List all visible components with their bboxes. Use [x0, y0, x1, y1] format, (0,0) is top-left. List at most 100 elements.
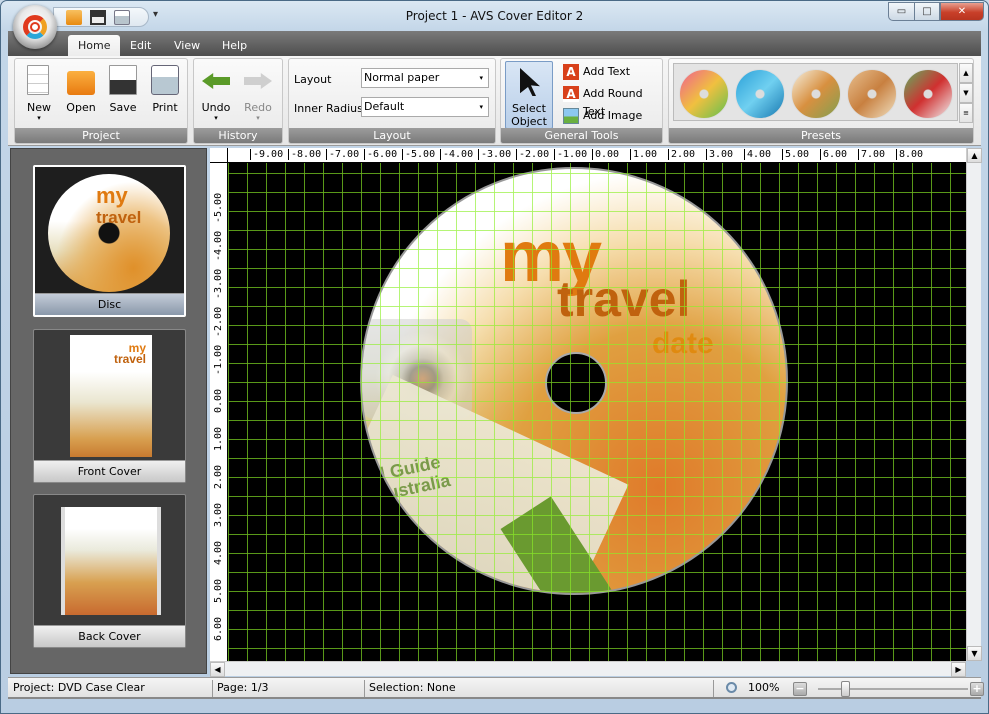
zoom-slider-thumb[interactable] [840, 681, 850, 697]
page-thumbnail-front-cover[interactable]: my travel Front Cover [33, 329, 186, 483]
quick-printer-icon[interactable] [114, 10, 130, 25]
maximize-button[interactable]: □ [914, 2, 940, 21]
zoom-in-button[interactable]: + [970, 682, 984, 696]
scroll-down-button[interactable]: ▼ [967, 646, 982, 661]
scroll-right-button[interactable]: ▶ [951, 662, 966, 677]
minimize-button[interactable]: ▭ [888, 2, 914, 21]
design-canvas[interactable]: -9.00 -8.00 -7.00 -6.00 -5.00 -4.00 -3.00 -2.00… [210, 148, 966, 661]
layout-select-value: Normal paper [364, 71, 440, 84]
window-controls: ▭ □ ✕ [888, 2, 984, 21]
inner-radius-label: Inner Radius [294, 102, 363, 115]
ruler-tick-label: -4.00 [213, 230, 224, 261]
select-object-line2: Object [511, 115, 547, 128]
magnifier-icon [726, 682, 737, 693]
ruler-corner [210, 148, 228, 163]
open-button[interactable]: Open [61, 63, 101, 125]
page-thumbnail-disc[interactable]: my travel Disc [33, 165, 186, 317]
text-a-icon: A [563, 64, 579, 80]
ruler-tick-label: 5.00 [213, 578, 224, 603]
save-label: Save [109, 101, 137, 114]
general-tools-group: Select Object A Add Text A Add Round Tex… [500, 58, 663, 144]
tab-view[interactable]: View [164, 35, 210, 56]
app-menu-button[interactable] [13, 5, 57, 49]
inner-radius-select[interactable]: Default ▾ [361, 97, 489, 117]
select-object-button[interactable]: Select Object [505, 61, 553, 129]
ruler-tick-label: 3.00 [213, 502, 224, 527]
layout-select[interactable]: Normal paper ▾ [361, 68, 489, 88]
zoom-out-button[interactable]: − [793, 682, 807, 696]
save-button[interactable]: Save [103, 63, 143, 125]
horizontal-scrollbar[interactable]: ◀ ▶ [210, 661, 966, 677]
title-text-travel[interactable]: travel [557, 274, 690, 324]
select-object-label: Select Object [506, 102, 552, 128]
print-button[interactable]: Print [145, 63, 185, 125]
quick-save-disk-icon[interactable] [90, 10, 106, 25]
undo-arrow-icon [202, 73, 230, 89]
ruler-tick-label: 6.00 [213, 616, 224, 641]
quick-open-folder-icon[interactable] [66, 10, 82, 25]
preset-thumbnail-christmas[interactable] [903, 69, 953, 119]
tab-help[interactable]: Help [212, 35, 257, 56]
close-button[interactable]: ✕ [940, 2, 984, 21]
ruler-tick-label: 2.00 [213, 464, 224, 489]
ruler-tick-label: 7.00 [858, 149, 885, 160]
ribbon: New ▾ Open Save Print Project Undo ▾ Red… [8, 56, 981, 146]
inner-radius-select-value: Default [364, 100, 405, 113]
scroll-left-button[interactable]: ◀ [210, 662, 225, 677]
presets-group-label: Presets [669, 128, 973, 143]
ruler-tick-label: -5.00 [213, 192, 224, 223]
vertical-scrollbar[interactable]: ▲ ▼ [966, 148, 982, 661]
page-label-front-cover: Front Cover [34, 460, 185, 482]
front-cover-preview-image: my travel [70, 335, 152, 457]
redo-arrow-icon [244, 73, 272, 89]
ruler-tick-label: 8.00 [896, 149, 923, 160]
undo-dropdown-arrow[interactable]: ▾ [196, 114, 236, 122]
presets-expand-button[interactable]: ≡ [959, 103, 973, 123]
redo-dropdown-arrow[interactable]: ▾ [238, 114, 278, 122]
presets-scroll-down-button[interactable]: ▼ [959, 83, 973, 103]
presets-gallery [673, 63, 958, 121]
ruler-tick-label: -5.00 [402, 149, 435, 160]
open-label: Open [66, 101, 96, 114]
scroll-up-button[interactable]: ▲ [967, 148, 982, 163]
chevron-down-icon: ▾ [479, 103, 483, 111]
new-button[interactable]: New ▾ [19, 63, 59, 125]
redo-button[interactable]: Redo ▾ [238, 63, 278, 125]
project-group: New ▾ Open Save Print Project [14, 58, 188, 144]
add-text-label: Add Text [583, 65, 631, 78]
preset-thumbnail-blue-waves[interactable] [735, 69, 785, 119]
preset-thumbnail-rainbow[interactable] [679, 69, 729, 119]
app-logo-center [30, 22, 40, 32]
add-image-button[interactable]: Add Image [563, 107, 642, 125]
save-disk-icon [109, 65, 137, 95]
preset-thumbnail-travel[interactable] [791, 69, 841, 119]
preset-thumbnail-autumn[interactable] [847, 69, 897, 119]
page-label-back-cover: Back Cover [34, 625, 185, 647]
ruler-tick-label: 5.00 [782, 149, 809, 160]
horizontal-ruler: -9.00 -8.00 -7.00 -6.00 -5.00 -4.00 -3.00 -2.00… [228, 148, 966, 163]
page-thumbnail-back-cover[interactable]: Back Cover [33, 494, 186, 648]
ruler-tick-label: -4.00 [440, 149, 473, 160]
app-window: Project 1 - AVS Cover Editor 2 ▭ □ ✕ ▾ H… [0, 0, 989, 714]
ruler-tick-label: -2.00 [516, 149, 549, 160]
tab-home[interactable]: Home [68, 35, 121, 56]
title-bar: Project 1 - AVS Cover Editor 2 ▭ □ ✕ [1, 1, 988, 31]
disc-label-design[interactable]: el Guide Australia my travel date [360, 167, 788, 595]
tab-edit[interactable]: Edit [120, 35, 161, 56]
title-text-date[interactable]: date [652, 329, 714, 359]
image-landscape-icon [563, 108, 579, 124]
ruler-tick-label: 1.00 [213, 426, 224, 451]
add-text-button[interactable]: A Add Text [563, 63, 630, 81]
ruler-tick-label: 1.00 [630, 149, 657, 160]
status-selection: Selection: None [369, 681, 456, 694]
undo-button[interactable]: Undo ▾ [196, 63, 236, 125]
customize-quick-access-button[interactable]: ▾ [153, 9, 158, 20]
ruler-tick-label: -1.00 [213, 344, 224, 375]
zoom-level: 100% [748, 681, 780, 694]
add-round-text-button[interactable]: A Add Round Text [563, 85, 662, 118]
status-divider [713, 680, 714, 697]
new-dropdown-arrow[interactable]: ▾ [19, 114, 59, 122]
ruler-tick-label: 6.00 [820, 149, 847, 160]
ruler-tick-label: -7.00 [326, 149, 359, 160]
presets-scroll-up-button[interactable]: ▲ [959, 63, 973, 83]
